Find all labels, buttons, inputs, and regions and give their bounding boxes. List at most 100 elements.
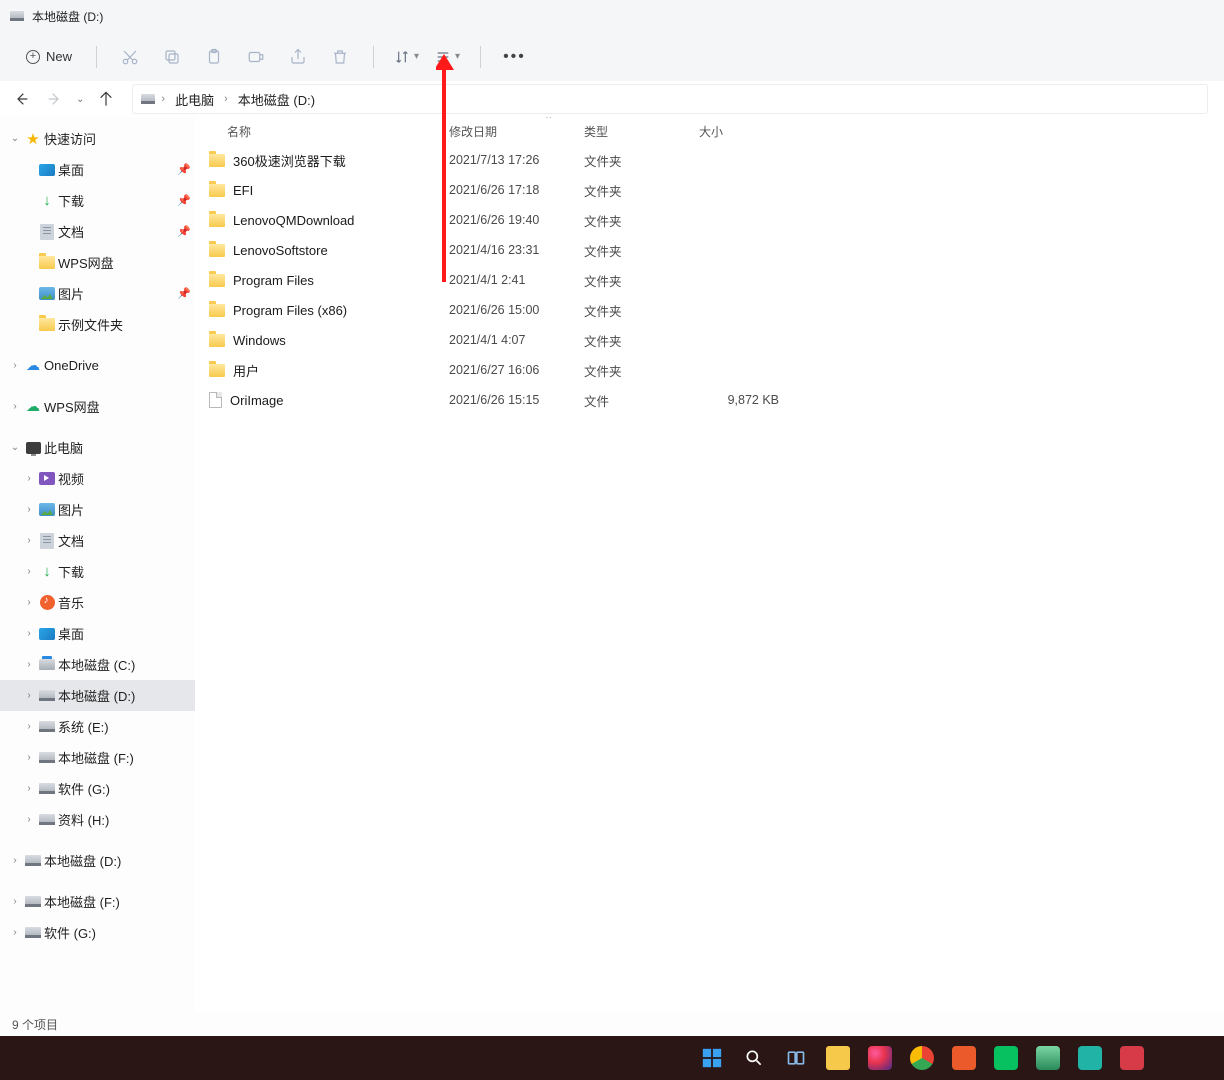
sidebar-sample-folder[interactable]: 示例文件夹 xyxy=(0,309,195,340)
chevron-right-icon[interactable]: › xyxy=(8,855,22,866)
chevron-right-icon[interactable]: › xyxy=(22,504,36,515)
file-list: ⌃ 名称 修改日期 类型 大小 360极速浏览器下载2021/7/13 17:2… xyxy=(195,117,1224,1012)
column-type[interactable]: 类型 xyxy=(584,123,699,140)
chevron-down-icon[interactable]: ⌄ xyxy=(8,442,22,453)
taskbar-app-2[interactable] xyxy=(944,1039,984,1077)
file-row[interactable]: 360极速浏览器下载2021/7/13 17:26文件夹 xyxy=(209,145,1224,175)
share-button[interactable] xyxy=(279,38,317,76)
sidebar-drive-g[interactable]: › 软件 (G:) xyxy=(0,773,195,804)
view-button[interactable]: ▾ xyxy=(429,45,466,69)
taskbar-search[interactable] xyxy=(734,1039,774,1077)
sidebar-downloads-2[interactable]: › ↓ 下载 xyxy=(0,556,195,587)
chevron-right-icon[interactable]: › xyxy=(22,535,36,546)
sidebar-drive-c[interactable]: › 本地磁盘 (C:) xyxy=(0,649,195,680)
breadcrumb-this-pc[interactable]: 此电脑 xyxy=(171,88,218,111)
sidebar-pictures-2[interactable]: › 图片 xyxy=(0,494,195,525)
sidebar-music[interactable]: › 音乐 xyxy=(0,587,195,618)
sidebar-drive-f-root[interactable]: › 本地磁盘 (F:) xyxy=(0,886,195,917)
nav-tree: ⌄ ★ 快速访问 桌面 📌 ↓ 下载 📌 文档 📌 xyxy=(0,123,195,948)
pin-icon: 📌 xyxy=(177,287,195,300)
taskbar-app-1[interactable] xyxy=(860,1039,900,1077)
cut-button[interactable] xyxy=(111,38,149,76)
chevron-right-icon[interactable]: › xyxy=(22,814,36,825)
taskbar-taskview[interactable] xyxy=(776,1039,816,1077)
chevron-right-icon[interactable]: › xyxy=(22,566,36,577)
sidebar-item-label: 本地磁盘 (D:) xyxy=(44,851,195,870)
folder-icon xyxy=(209,244,225,257)
sidebar-wps[interactable]: WPS网盘 xyxy=(0,247,195,278)
chevron-right-icon[interactable]: › xyxy=(8,401,22,412)
taskbar-app-3[interactable] xyxy=(1028,1039,1068,1077)
chevron-down-icon[interactable]: ⌄ xyxy=(8,133,22,144)
copy-button[interactable] xyxy=(153,38,191,76)
forward-button[interactable] xyxy=(40,85,68,113)
chevron-right-icon[interactable]: › xyxy=(22,690,36,701)
file-row[interactable]: Program Files (x86)2021/6/26 15:00文件夹 xyxy=(209,295,1224,325)
chevron-right-icon[interactable]: › xyxy=(22,628,36,639)
sidebar-pictures[interactable]: 图片 📌 xyxy=(0,278,195,309)
rename-button[interactable] xyxy=(237,38,275,76)
taskbar-app-5[interactable] xyxy=(1112,1039,1152,1077)
chevron-right-icon[interactable]: › xyxy=(22,597,36,608)
app-icon xyxy=(1078,1046,1102,1070)
file-row[interactable]: Program Files2021/4/1 2:41文件夹 xyxy=(209,265,1224,295)
taskbar-start[interactable] xyxy=(692,1039,732,1077)
sidebar-quick-access[interactable]: ⌄ ★ 快速访问 xyxy=(0,123,195,154)
chevron-right-icon[interactable]: › xyxy=(8,927,22,938)
column-date[interactable]: 修改日期 xyxy=(449,123,584,140)
back-button[interactable] xyxy=(8,85,36,113)
address-bar[interactable]: › 此电脑 › 本地磁盘 (D:) xyxy=(132,84,1208,114)
drive-icon xyxy=(39,659,55,670)
download-icon: ↓ xyxy=(43,192,51,209)
sidebar-documents[interactable]: 文档 📌 xyxy=(0,216,195,247)
chevron-right-icon[interactable]: › xyxy=(22,473,36,484)
sidebar-desktop-2[interactable]: › 桌面 xyxy=(0,618,195,649)
sidebar-drive-h[interactable]: › 资料 (H:) xyxy=(0,804,195,835)
chevron-right-icon[interactable]: › xyxy=(8,896,22,907)
drive-icon xyxy=(25,927,41,938)
file-row[interactable]: 用户2021/6/27 16:06文件夹 xyxy=(209,355,1224,385)
chevron-right-icon[interactable]: › xyxy=(22,659,36,670)
chevron-right-icon[interactable]: › xyxy=(22,783,36,794)
file-row[interactable]: EFI2021/6/26 17:18文件夹 xyxy=(209,175,1224,205)
window-title: 本地磁盘 (D:) xyxy=(32,8,103,25)
taskbar-chrome[interactable] xyxy=(902,1039,942,1077)
sidebar[interactable]: ⌄ ★ 快速访问 桌面 📌 ↓ 下载 📌 文档 📌 xyxy=(0,117,195,1012)
sidebar-desktop[interactable]: 桌面 📌 xyxy=(0,154,195,185)
taskbar-app-4[interactable] xyxy=(1070,1039,1110,1077)
sidebar-wps-drive[interactable]: › ☁ WPS网盘 xyxy=(0,391,195,422)
breadcrumb-current[interactable]: 本地磁盘 (D:) xyxy=(234,88,319,111)
column-name[interactable]: 名称 xyxy=(209,123,449,140)
sidebar-drive-d-root[interactable]: › 本地磁盘 (D:) xyxy=(0,845,195,876)
taskbar-explorer[interactable] xyxy=(818,1039,858,1077)
sidebar-videos[interactable]: › 视频 xyxy=(0,463,195,494)
file-row[interactable]: LenovoSoftstore2021/4/16 23:31文件夹 xyxy=(209,235,1224,265)
sidebar-drive-d[interactable]: › 本地磁盘 (D:) xyxy=(0,680,195,711)
up-button[interactable] xyxy=(92,85,120,113)
drive-icon xyxy=(39,690,55,701)
file-row[interactable]: Windows2021/4/1 4:07文件夹 xyxy=(209,325,1224,355)
sidebar-downloads[interactable]: ↓ 下载 📌 xyxy=(0,185,195,216)
column-size[interactable]: 大小 xyxy=(699,123,779,140)
sidebar-drive-g-root[interactable]: › 软件 (G:) xyxy=(0,917,195,948)
app-icon xyxy=(1120,1046,1144,1070)
chevron-right-icon[interactable]: › xyxy=(22,721,36,732)
paste-button[interactable] xyxy=(195,38,233,76)
recent-locations[interactable]: ⌄ xyxy=(72,94,88,105)
file-date: 2021/6/26 15:00 xyxy=(449,303,584,317)
sidebar-documents-2[interactable]: › 文档 xyxy=(0,525,195,556)
file-name: 用户 xyxy=(233,361,259,380)
file-row[interactable]: OriImage2021/6/26 15:15文件9,872 KB xyxy=(209,385,1224,415)
sort-button[interactable]: ▾ xyxy=(388,45,425,69)
chevron-right-icon[interactable]: › xyxy=(22,752,36,763)
taskbar-wechat[interactable] xyxy=(986,1039,1026,1077)
new-button[interactable]: + New xyxy=(16,43,82,70)
more-button[interactable]: ••• xyxy=(495,44,534,70)
file-row[interactable]: LenovoQMDownload2021/6/26 19:40文件夹 xyxy=(209,205,1224,235)
sidebar-drive-f[interactable]: › 本地磁盘 (F:) xyxy=(0,742,195,773)
delete-button[interactable] xyxy=(321,38,359,76)
sidebar-this-pc[interactable]: ⌄ 此电脑 xyxy=(0,432,195,463)
sidebar-onedrive[interactable]: › ☁ OneDrive xyxy=(0,350,195,381)
sidebar-drive-e[interactable]: › 系统 (E:) xyxy=(0,711,195,742)
chevron-right-icon[interactable]: › xyxy=(8,360,22,371)
